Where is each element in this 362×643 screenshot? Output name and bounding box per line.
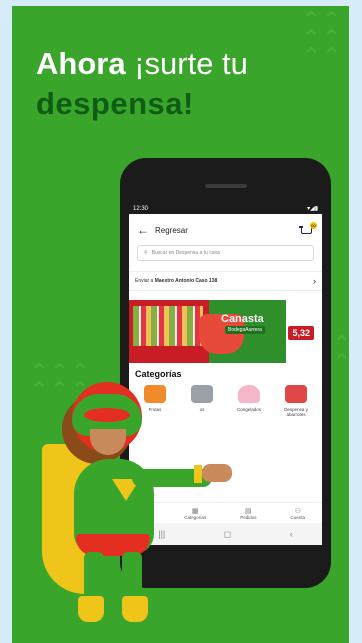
headline: Ahora ¡surte tu despensa! (36, 44, 248, 124)
delivery-address-row[interactable]: Enviar a Maestro Antonio Caso 138 › (129, 271, 322, 291)
category-item[interactable]: Despensa y abarrotes (276, 385, 316, 417)
mascot-illustration (42, 374, 242, 634)
status-bar: 12:30 ▾◢▮ (129, 205, 322, 214)
search-placeholder: Buscar en Despensa a tu casa (151, 250, 220, 256)
category-label: Despensa y abarrotes (284, 407, 308, 417)
user-icon: ⚇ (294, 507, 301, 515)
pantry-icon (285, 385, 307, 403)
nav-orders[interactable]: ▤ Pedidos (240, 507, 256, 520)
chevron-pattern: ⌃⌃ ⌃⌃ ⌃⌃ (302, 8, 343, 69)
delivery-prefix: Enviar a (135, 278, 154, 284)
chevron-right-icon: › (313, 276, 316, 286)
headline-rest: ¡surte tu (125, 46, 248, 81)
banner-brand: BodegaAurrera (225, 326, 265, 334)
system-back-button[interactable]: ‹ (290, 529, 293, 539)
back-label: Regresar (155, 225, 188, 235)
banner-title: Canasta (221, 313, 264, 325)
nav-label: Pedidos (240, 514, 257, 520)
cart-badge: 00 (310, 222, 317, 229)
headline-line2: despensa! (36, 86, 194, 121)
app-topbar: ← Regresar 00 (129, 219, 322, 241)
cart-icon[interactable]: 00 (299, 222, 317, 236)
promo-frame: ⌃⌃⌃⌃⌃⌃ ⌃⌃⌃⌃⌃⌃ ⌃⌃⌃⌃ Ahora ¡surte tu despe… (12, 6, 349, 643)
search-icon: ⚲ (144, 250, 148, 256)
search-input[interactable]: ⚲ Buscar en Despensa a tu casa (137, 245, 314, 261)
back-arrow-icon: ← (137, 223, 149, 237)
banner-price: 5,32 (288, 326, 314, 340)
back-button[interactable]: ← Regresar (137, 223, 188, 237)
receipt-icon: ▤ (245, 507, 252, 515)
phone-speaker (205, 184, 247, 188)
nav-label: Cuenta (290, 514, 305, 520)
status-icons: ▾◢▮ (307, 206, 318, 212)
promo-banner[interactable]: Canasta BodegaAurrera 5,32 (129, 300, 322, 363)
status-time: 12:30 (133, 206, 149, 212)
nav-account[interactable]: ⚇ Cuenta (290, 507, 305, 520)
delivery-address: Maestro Antonio Caso 138 (154, 278, 218, 284)
headline-bold: Ahora (36, 46, 126, 81)
banner-products-image (133, 306, 203, 346)
